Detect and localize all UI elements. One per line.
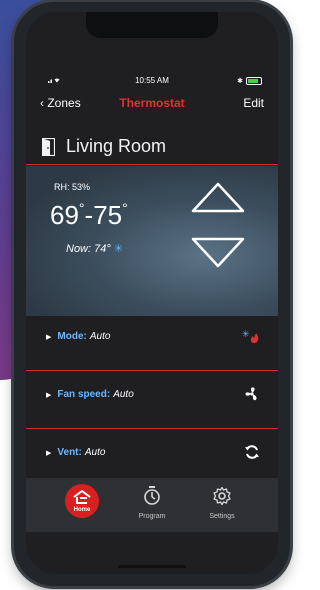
battery-icon (246, 77, 262, 85)
humidity-label: RH: 53% (54, 182, 91, 192)
home-active-indicator: Home (65, 484, 99, 518)
page-title: Thermostat (119, 96, 185, 110)
tab-program-label: Program (138, 513, 166, 520)
timer-icon (144, 486, 160, 505)
setpoint-range: 69°-75° (50, 200, 128, 231)
divider-mode (26, 370, 278, 371)
app-screen: 10:55 AM ✱ ‹ Zones Thermostat Edit Livin… (26, 12, 278, 574)
status-bar: 10:55 AM ✱ (26, 76, 278, 88)
heat-setpoint[interactable]: 69 (50, 200, 79, 230)
heat-cool-icon: ✳ (242, 330, 259, 343)
fan-speed-value: Auto (113, 389, 134, 400)
fan-icon (245, 387, 257, 401)
edit-button[interactable]: Edit (243, 96, 264, 110)
divider-zone (26, 164, 278, 165)
mode-row[interactable]: ▶ Mode: Auto ✳ (26, 316, 278, 360)
expand-triangle-icon: ▶ (46, 392, 52, 399)
vent-row[interactable]: ▶ Vent: Auto (26, 432, 278, 476)
cool-degree: ° (122, 200, 128, 216)
phone-frame: 10:55 AM ✱ ‹ Zones Thermostat Edit Livin… (14, 2, 290, 586)
home-icon (73, 490, 91, 504)
now-label: Now: 74° (66, 243, 111, 255)
mode-value: Auto (89, 331, 111, 342)
expand-triangle-icon: ▶ (46, 450, 52, 457)
zone-name: Living Room (66, 136, 167, 156)
vent-label: Vent: (57, 447, 82, 458)
tab-settings[interactable]: Settings (192, 484, 252, 532)
mode-label: Mode: (57, 331, 87, 342)
snowflake-icon: ✳ (113, 243, 124, 255)
bluetooth-icon: ✱ (237, 78, 243, 85)
cool-setpoint[interactable]: 75 (93, 200, 122, 230)
temperature-panel: RH: 53% 69°-75° Now: 74° ✳ (26, 166, 278, 316)
nav-bar: ‹ Zones Thermostat Edit (26, 92, 278, 114)
current-temp: Now: 74° ✳ (66, 242, 123, 255)
phone-notch (86, 12, 218, 38)
gear-icon (213, 486, 231, 506)
fan-speed-label: Fan speed: (57, 389, 111, 400)
refresh-icon (245, 445, 259, 459)
battery-fill (248, 79, 258, 83)
decrease-temp-button[interactable] (190, 236, 246, 270)
door-icon (42, 138, 55, 156)
divider-fan (26, 428, 278, 429)
home-indicator-bar (118, 565, 186, 568)
expand-triangle-icon: ▶ (46, 334, 52, 341)
tab-home-label: Home (73, 507, 91, 513)
status-right: ✱ (237, 77, 262, 85)
increase-temp-button[interactable] (190, 180, 246, 214)
fan-speed-row[interactable]: ▶ Fan speed: Auto (26, 374, 278, 418)
svg-text:✳: ✳ (242, 330, 250, 340)
vent-value: Auto (84, 447, 106, 458)
tab-program[interactable]: Program (122, 484, 182, 532)
tab-home[interactable]: Home (52, 484, 112, 532)
range-dash: - (84, 200, 94, 230)
zone-header: Living Room (26, 124, 278, 164)
tab-settings-label: Settings (209, 513, 235, 520)
tab-bar: Home Program Settings (26, 478, 278, 532)
